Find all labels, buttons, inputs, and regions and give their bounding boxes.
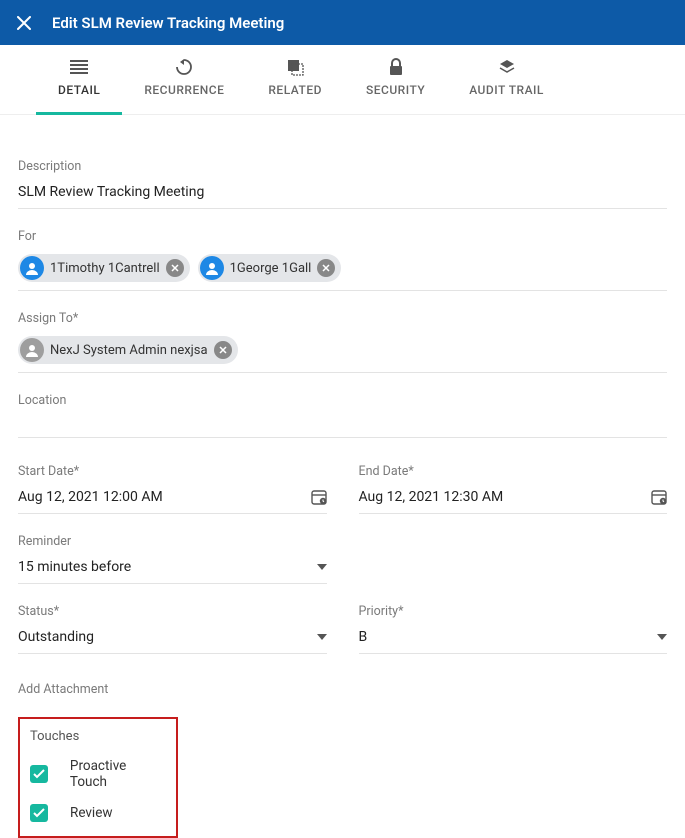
field-label: Status*: [18, 604, 327, 619]
person-chip[interactable]: 1Timothy 1Cantrell: [18, 254, 190, 282]
description-field[interactable]: Description SLM Review Tracking Meeting: [18, 159, 667, 209]
field-label: Assign To*: [18, 311, 667, 326]
tab-detail[interactable]: DETAIL: [36, 45, 122, 114]
recurrence-icon: [175, 57, 193, 77]
touch-label: Review: [70, 805, 113, 821]
field-value: 15 minutes before: [18, 559, 131, 575]
calendar-icon[interactable]: [311, 489, 327, 505]
dialog-header: Edit SLM Review Tracking Meeting: [0, 0, 685, 45]
person-icon: [20, 256, 44, 280]
field-label: Start Date*: [18, 464, 327, 479]
person-icon: [20, 338, 44, 362]
form-body: Description SLM Review Tracking Meeting …: [0, 115, 685, 838]
touch-row: Proactive Touch: [30, 758, 166, 790]
dialog-title: Edit SLM Review Tracking Meeting: [52, 14, 284, 32]
person-chip[interactable]: 1George 1Gall: [198, 254, 342, 282]
tab-bar: DETAIL RECURRENCE RELATED SECURITY AUDIT…: [0, 45, 685, 115]
tab-audit-trail[interactable]: AUDIT TRAIL: [447, 45, 566, 114]
field-value: Aug 12, 2021 12:00 AM: [18, 489, 163, 505]
related-icon: [286, 57, 304, 77]
checkbox-proactive-touch[interactable]: [30, 765, 48, 783]
field-value: B: [359, 629, 368, 645]
tab-related[interactable]: RELATED: [246, 45, 344, 114]
priority-field[interactable]: Priority* B: [359, 604, 668, 654]
tab-label: SECURITY: [366, 83, 425, 97]
chip-label: NexJ System Admin nexjsa: [50, 343, 208, 358]
layers-icon: [498, 57, 516, 77]
tab-label: DETAIL: [58, 83, 100, 97]
status-field[interactable]: Status* Outstanding: [18, 604, 327, 654]
chevron-down-icon[interactable]: [317, 564, 327, 570]
chip-remove-icon[interactable]: [317, 259, 335, 277]
chip-remove-icon[interactable]: [166, 259, 184, 277]
person-chip[interactable]: NexJ System Admin nexjsa: [18, 336, 238, 364]
location-field[interactable]: Location: [18, 393, 667, 438]
touches-section: Touches Proactive Touch Review: [18, 717, 178, 838]
for-field[interactable]: For 1Timothy 1Cantrell 1George 1Gall: [18, 229, 667, 291]
field-label: For: [18, 229, 667, 244]
touch-row: Review: [30, 804, 166, 822]
field-value: Outstanding: [18, 629, 94, 645]
field-label: Reminder: [18, 534, 327, 549]
field-label: Description: [18, 159, 667, 174]
start-date-field[interactable]: Start Date* Aug 12, 2021 12:00 AM: [18, 464, 327, 514]
tab-security[interactable]: SECURITY: [344, 45, 447, 114]
field-value: Aug 12, 2021 12:30 AM: [359, 489, 504, 505]
detail-icon: [70, 57, 88, 77]
calendar-icon[interactable]: [651, 489, 667, 505]
touch-label: Proactive Touch: [70, 758, 166, 790]
reminder-field[interactable]: Reminder 15 minutes before: [18, 534, 327, 584]
tab-label: RELATED: [268, 83, 322, 97]
chevron-down-icon[interactable]: [317, 634, 327, 640]
assign-to-field[interactable]: Assign To* NexJ System Admin nexjsa: [18, 311, 667, 373]
tab-label: AUDIT TRAIL: [469, 83, 544, 97]
touches-title: Touches: [30, 729, 166, 744]
field-label: Priority*: [359, 604, 668, 619]
end-date-field[interactable]: End Date* Aug 12, 2021 12:30 AM: [359, 464, 668, 514]
lock-icon: [388, 57, 404, 77]
close-icon[interactable]: [16, 15, 32, 31]
tab-recurrence[interactable]: RECURRENCE: [122, 45, 246, 114]
tab-label: RECURRENCE: [144, 83, 224, 97]
chevron-down-icon[interactable]: [657, 634, 667, 640]
field-label: End Date*: [359, 464, 668, 479]
chip-label: 1Timothy 1Cantrell: [50, 261, 160, 276]
chip-label: 1George 1Gall: [230, 261, 312, 276]
field-value: SLM Review Tracking Meeting: [18, 184, 204, 200]
person-icon: [200, 256, 224, 280]
chip-remove-icon[interactable]: [214, 341, 232, 359]
field-label: Add Attachment: [18, 682, 667, 697]
add-attachment[interactable]: Add Attachment: [18, 682, 667, 697]
field-label: Location: [18, 393, 667, 408]
checkbox-review[interactable]: [30, 804, 48, 822]
